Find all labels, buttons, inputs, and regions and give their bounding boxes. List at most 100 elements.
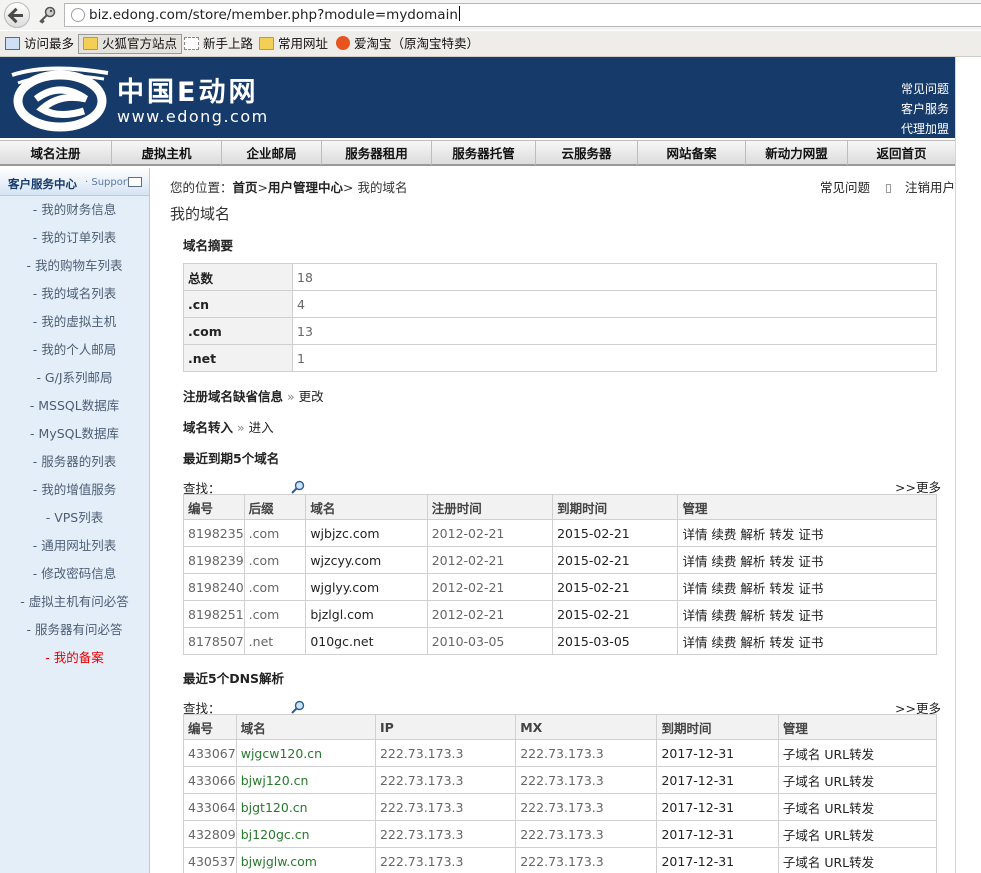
table-cell: 8198240 [183,573,245,601]
dns-title: 最近5个DNS解析 [183,671,285,686]
sidebar-item[interactable]: - 通用网址列表 [0,532,149,560]
table-cell: .com [243,546,307,574]
table-cell: 2012-02-21 [426,600,554,628]
register-defaults-change-link[interactable]: 更改 [299,389,324,404]
table-cell-link[interactable]: bjwjglw.com [235,847,376,873]
sidebar-item[interactable]: - VPS列表 [0,504,149,532]
sidebar-item[interactable]: - 虚拟主机有问必答 [0,588,149,616]
table-cell: wjbjzc.com [305,519,428,547]
header-link-faq[interactable]: 常见问题 [901,79,949,99]
summary-table: 总数 18 .cn 4 .com 13 .net 1 [183,263,937,372]
nav-domain-register[interactable]: 域名注册 [0,141,112,165]
table-cell: 2012-02-21 [426,546,554,574]
table-cell: 8178507 [183,627,245,655]
util-link-faq[interactable]: 常见问题 [820,180,870,195]
nav-cloud-server[interactable]: 云服务器 [536,141,638,165]
sidebar-menu: - 我的财务信息 - 我的订单列表 - 我的购物车列表 - 我的域名列表 - 我的虚拟主… [0,196,149,672]
sidebar-item[interactable]: - MySQL数据库 [0,420,149,448]
summary-value: 4 [292,290,937,318]
sidebar-item[interactable]: - 我的虚拟主机 [0,308,149,336]
table-cell-link[interactable]: 子域名 URL转发 [777,793,938,821]
table-cell-link[interactable]: 详情 续费 解析 转发 证书 [677,600,937,628]
table-cell: 2017-12-31 [656,793,779,821]
sidebar-item[interactable]: - 我的备案 [0,644,149,672]
table-cell: 8198251 [183,600,245,628]
table-cell-link[interactable]: 子域名 URL转发 [777,820,938,848]
table-cell: wjglyy.com [305,573,428,601]
table-cell-link[interactable]: bjwj120.cn [235,766,376,794]
summary-value: 18 [292,263,937,291]
sidebar-item[interactable]: - 我的域名列表 [0,280,149,308]
expiring-domains-table: 编号 后缀 域名 注册时间 到期时间 管理 8198235 .com wjbjzc.com 20… [183,494,937,655]
column-header: 管理 [777,714,938,740]
table-row: 433064 bjgt120.cn 222.73.173.3 222.73.173.3… [183,793,938,821]
table-cell-link[interactable]: 子域名 URL转发 [777,739,938,767]
table-cell-link[interactable]: wjgcw120.cn [235,739,376,767]
key-icon[interactable] [37,5,57,25]
domain-transfer-enter-link[interactable]: 进入 [249,420,274,435]
table-cell-link[interactable]: 详情 续费 解析 转发 证书 [677,546,937,574]
table-cell-link[interactable]: bjgt120.cn [235,793,376,821]
table-cell-link[interactable]: bj120gc.cn [235,820,376,848]
sidebar-item[interactable]: - 我的增值服务 [0,476,149,504]
table-cell: 2012-02-21 [426,573,554,601]
table-cell: 222.73.173.3 [374,766,517,794]
sidebar-item[interactable]: - 我的订单列表 [0,224,149,252]
column-header: 域名 [305,494,428,520]
domain-transfer-link: 域名转入» 进入 [183,420,274,435]
nav-home[interactable]: 返回首页 [848,141,955,165]
nav-enterprise-mail[interactable]: 企业邮局 [222,141,322,165]
register-defaults-link: 注册域名缺省信息» 更改 [183,389,324,404]
logo-text-cn: 中国E动网 [117,77,259,108]
table-row: 8178507 .net 010gc.net 2010-03-05 2015-03-05… [183,627,937,655]
nav-virtual-host[interactable]: 虚拟主机 [112,141,222,165]
bookmark-firefox-site[interactable]: 火狐官方站点 [78,34,183,54]
table-cell-link[interactable]: 详情 续费 解析 转发 证书 [677,519,937,547]
table-cell: 433066 [183,766,237,794]
column-header: MX [515,714,658,740]
sidebar-item[interactable]: - MSSQL数据库 [0,392,149,420]
util-link-logout[interactable]: 注销用户 [905,180,955,195]
table-cell: 8198235 [183,519,245,547]
sidebar-item[interactable]: - 服务器的列表 [0,448,149,476]
nav-server-hosting[interactable]: 服务器托管 [432,141,536,165]
sidebar-header: 客户服务中心 · Support [0,168,149,196]
sidebar-item[interactable]: - 我的购物车列表 [0,252,149,280]
expiring-title: 最近到期5个域名 [183,451,280,466]
header-link-agent[interactable]: 代理加盟 [901,119,949,139]
breadcrumb: 您的位置：首页>用户管理中心> 我的域名 [170,180,408,195]
sidebar-item[interactable]: - 服务器有问必答 [0,616,149,644]
back-arrow-icon[interactable] [4,2,30,28]
magnifier-icon [5,37,20,50]
url-text[interactable]: biz.edong.com/store/member.php?module=my… [89,6,460,23]
table-cell-link[interactable]: 子域名 URL转发 [777,766,938,794]
sidebar-item[interactable]: - 我的财务信息 [0,196,149,224]
bookmark-ai-taobao[interactable]: 爱淘宝（原淘宝特卖） [336,35,479,53]
breadcrumb-home[interactable]: 首页 [233,180,258,195]
table-cell: 2015-02-21 [552,519,679,547]
sidebar-item[interactable]: - G/J系列邮局 [0,364,149,392]
sidebar: 客户服务中心 · Support - 我的财务信息 - 我的订单列表 - 我的购物车… [0,168,150,873]
bookmark-common-sites[interactable]: 常用网址 [259,35,328,53]
bookmark-most-visited[interactable]: 访问最多 [5,35,74,53]
search-icon[interactable] [290,480,305,494]
breadcrumb-user-center[interactable]: 用户管理中心 [268,180,343,195]
table-cell: 2017-12-31 [656,820,779,848]
table-cell-link[interactable]: 详情 续费 解析 转发 证书 [677,573,937,601]
table-row: 8198235 .com wjbjzc.com 2012-02-21 2015-02-2… [183,519,937,547]
sidebar-item[interactable]: - 我的个人邮局 [0,336,149,364]
table-cell-link[interactable]: 子域名 URL转发 [777,847,938,873]
table-cell-link[interactable]: 详情 续费 解析 转发 证书 [677,627,937,655]
search-icon[interactable] [290,700,305,714]
bookmark-getting-started[interactable]: 新手上路 [184,35,253,53]
summary-row: .com 13 [183,317,937,345]
address-bar[interactable]: biz.edong.com/store/member.php?module=my… [64,3,981,27]
header-link-service[interactable]: 客户服务 [901,99,949,119]
sidebar-item[interactable]: - 修改密码信息 [0,560,149,588]
nav-site-record[interactable]: 网站备案 [638,141,746,165]
summary-key: .net [183,344,293,372]
edong-logo-icon[interactable] [8,61,112,135]
nav-server-rental[interactable]: 服务器租用 [322,141,432,165]
table-cell: 433067 [183,739,237,767]
nav-affiliate[interactable]: 新动力网盟 [746,141,848,165]
